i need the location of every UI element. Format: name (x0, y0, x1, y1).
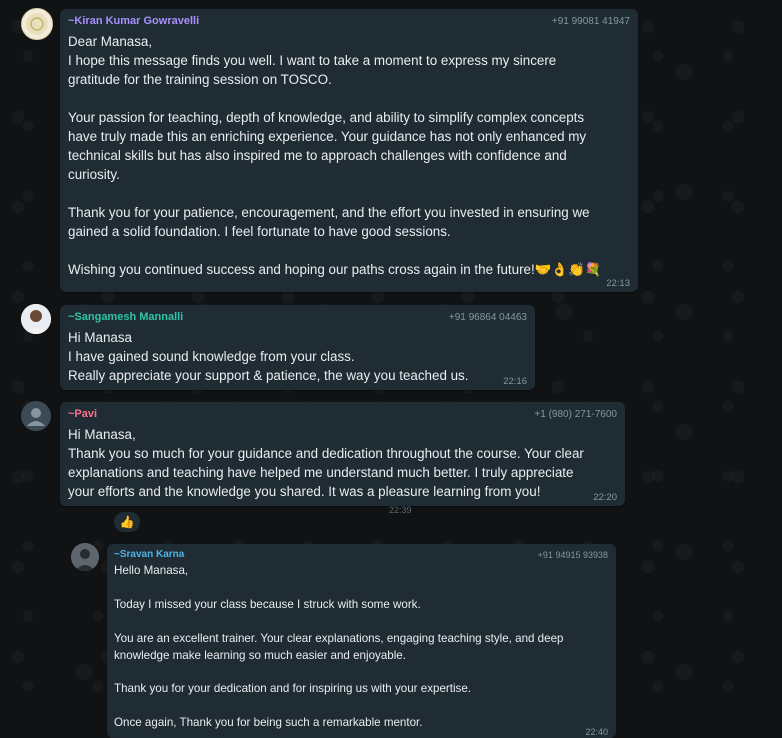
message-text: Hi Manasa I have gained sound knowledge … (68, 330, 469, 383)
message-bubble-sangamesh[interactable]: ~Sangamesh Mannalli +91 96864 04463 Hi M… (60, 305, 535, 390)
message-bubble-sravan[interactable]: ~Sravan Karna +91 94915 93938 Hello Mana… (107, 544, 616, 738)
avatar-sangamesh[interactable] (21, 304, 51, 334)
avatar-kiran[interactable] (21, 8, 53, 40)
profile-photo-icon (26, 13, 48, 35)
sender-phone: +91 96864 04463 (448, 312, 527, 323)
sender-phone: +1 (980) 271-7600 (534, 409, 617, 420)
sender-phone: +91 99081 41947 (551, 16, 630, 27)
message-time: 22:16 (503, 376, 527, 387)
message-time: 22:20 (593, 492, 617, 503)
message-time: 22:40 (585, 727, 608, 737)
sender-name[interactable]: ~Pavi (68, 408, 97, 420)
message-bubble-pavi[interactable]: ~Pavi +1 (980) 271-7600 Hi Manasa, Thank… (60, 402, 625, 506)
profile-photo-icon (71, 543, 99, 571)
profile-photo-icon (21, 304, 51, 334)
default-avatar-icon (27, 408, 45, 426)
background-timestamp: 22:39 (389, 505, 412, 515)
sender-name[interactable]: ~Sangamesh Mannalli (68, 311, 183, 323)
avatar-sravan[interactable] (71, 543, 99, 571)
sender-phone: +91 94915 93938 (537, 550, 608, 560)
message-text: Hi Manasa, Thank you so much for your gu… (68, 427, 584, 499)
avatar-pavi[interactable] (21, 401, 51, 431)
message-text: Hello Manasa, Today I missed your class … (114, 564, 564, 730)
message-text: Dear Manasa, I hope this message finds y… (68, 34, 602, 277)
message-bubble-kiran[interactable]: ~Kiran Kumar Gowravelli +91 99081 41947 … (60, 9, 638, 292)
thumbs-up-reaction-icon[interactable]: 👍 (114, 512, 140, 532)
message-time: 22:13 (606, 278, 630, 289)
sender-name[interactable]: ~Sravan Karna (114, 549, 184, 560)
sender-name[interactable]: ~Kiran Kumar Gowravelli (68, 15, 199, 27)
